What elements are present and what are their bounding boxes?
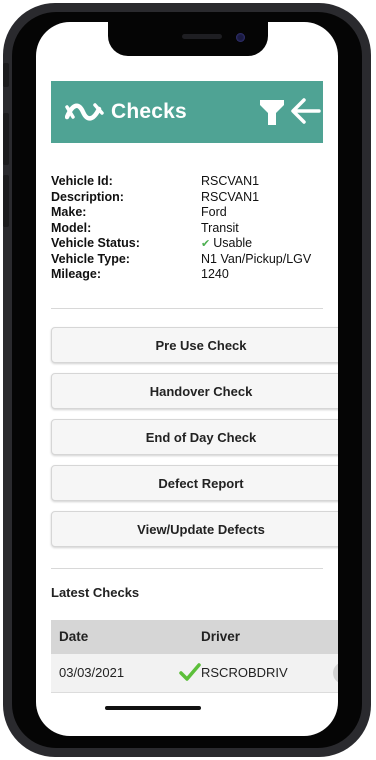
vehicle-type-label: Vehicle Type:	[51, 251, 130, 266]
vehicle-status-label: Vehicle Status:	[51, 236, 140, 250]
vehicle-status-value-wrap: ✔ Usable	[201, 236, 323, 252]
vehicle-type-value: N1 Van/Pickup/LGV	[201, 251, 312, 266]
description-label: Description:	[51, 189, 124, 204]
check-date: 03/03/2021	[59, 665, 125, 680]
page-title: Checks	[111, 100, 187, 123]
checks-table-header: Date Driver	[51, 620, 338, 654]
latest-checks-heading: Latest Checks	[51, 585, 140, 600]
mute-switch	[3, 63, 9, 87]
make-label: Make:	[51, 205, 87, 219]
filter-icon[interactable]	[259, 97, 285, 127]
chevron-right-icon[interactable]	[333, 662, 338, 684]
volume-up-button	[3, 113, 9, 165]
app-screen: Checks Vehicle Id: RSCVAN1 Description: …	[36, 22, 338, 736]
defect-report-button[interactable]: Defect Report	[51, 465, 338, 501]
vehicle-details: Vehicle Id: RSCVAN1 Description: RSCVAN1…	[51, 174, 323, 283]
divider	[51, 568, 323, 569]
check-driver: RSCROBDRIV	[201, 665, 288, 680]
mileage-label: Mileage:	[51, 267, 102, 281]
handover-check-button[interactable]: Handover Check	[51, 373, 338, 409]
vehicle-type-row: Vehicle Type: N1 Van/Pickup/LGV	[51, 252, 323, 268]
check-icon	[179, 663, 201, 681]
mileage-row: Mileage: 1240	[51, 267, 323, 283]
table-row[interactable]: 03/03/2021 RSCROBDRIV	[51, 654, 338, 693]
make-row: Make: Ford	[51, 205, 323, 221]
back-arrow-icon[interactable]	[289, 95, 321, 127]
model-value: Transit	[201, 220, 239, 235]
view-update-defects-button[interactable]: View/Update Defects	[51, 511, 338, 547]
app-header: Checks	[51, 81, 323, 143]
pre-use-check-button[interactable]: Pre Use Check	[51, 327, 338, 363]
description-value: RSCVAN1	[201, 189, 260, 204]
driver-column-header: Driver	[201, 629, 241, 644]
vehicle-id-row: Vehicle Id: RSCVAN1	[51, 174, 323, 190]
divider	[51, 308, 323, 309]
check-icon: ✔	[201, 238, 211, 250]
vehicle-status-row: Vehicle Status: ✔ Usable	[51, 236, 323, 252]
speaker-grille	[182, 34, 222, 39]
volume-down-button	[3, 175, 9, 227]
home-indicator[interactable]	[105, 706, 201, 710]
mileage-value: 1240	[201, 267, 229, 281]
wave-logo-icon	[65, 103, 104, 121]
vehicle-id-value: RSCVAN1	[201, 174, 260, 188]
make-value: Ford	[201, 205, 227, 219]
model-row: Model: Transit	[51, 221, 323, 237]
description-row: Description: RSCVAN1	[51, 190, 323, 206]
model-label: Model:	[51, 220, 92, 235]
end-of-day-check-button[interactable]: End of Day Check	[51, 419, 338, 455]
date-column-header: Date	[59, 629, 89, 644]
vehicle-id-label: Vehicle Id:	[51, 174, 113, 188]
front-camera	[236, 33, 245, 42]
vehicle-status-value: Usable	[213, 236, 253, 250]
